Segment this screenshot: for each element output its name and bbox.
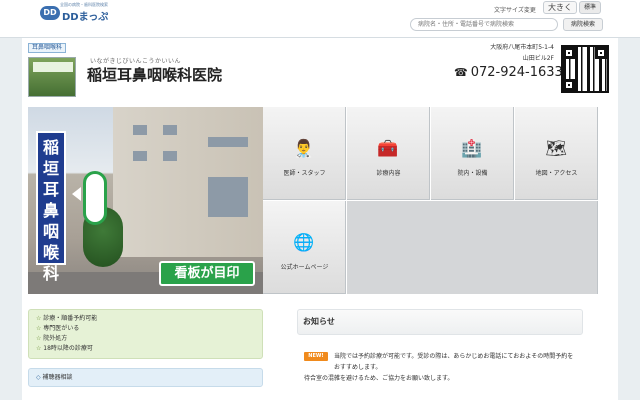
site-logo[interactable]: 全国の病院・歯科医院検索 DD DDまっぷ <box>40 2 120 24</box>
clinic-name: 稲垣耳鼻咽喉科医院 <box>87 66 223 84</box>
tile-official-website[interactable]: 🌐 公式ホームページ <box>263 201 346 294</box>
feature-item: 専門医がいる <box>36 324 255 334</box>
doctor-icon: 👨‍⚕️ <box>293 139 315 159</box>
hearing-aid-support: 補聴器相談 <box>28 368 263 387</box>
vertical-sign-text: 稲垣耳鼻咽喉科 <box>42 138 59 283</box>
tile-label: 公式ホームページ <box>280 264 329 271</box>
logo-mark-icon: DD <box>40 6 60 20</box>
green-signboard <box>83 171 107 225</box>
tile-treatment[interactable]: 🧰 診療内容 <box>347 107 430 200</box>
clinic-address: 大阪府八尾市本町5-1-4 山田ビル2F <box>470 42 554 64</box>
notice-body-2: 待合室の混雑を避けるため、ご協力をお願い致します。 <box>304 375 454 382</box>
arrow-left-icon <box>72 187 81 201</box>
notice-title: お知らせ <box>297 309 583 335</box>
notice-body: 当院では予約診療が可能です。受診の際は、あらかじめお電話にておおよその時間予約を… <box>334 353 574 371</box>
tile-label: 地図・アクセス <box>535 170 578 177</box>
font-size-large-button[interactable]: 大きく <box>543 1 577 14</box>
medical-kit-icon: 🧰 <box>377 139 399 159</box>
globe-icon: 🌐 <box>293 233 315 253</box>
clinic-phone[interactable]: ☎ 072-924-1633 <box>454 65 563 80</box>
site-name: DDまっぷ <box>62 12 109 23</box>
feature-list: 診療・順番予約可能 専門医がいる 院外処方 18時以降の診療可 <box>28 309 263 359</box>
address-line-2: 山田ビル2F <box>522 55 554 62</box>
clinic-photo: 稲垣耳鼻咽喉科 看板が目印 <box>28 107 263 294</box>
tile-label: 院内・設備 <box>457 170 488 177</box>
tile-empty-area <box>347 201 598 294</box>
tile-map-access[interactable]: 🗺 地図・アクセス <box>515 107 598 200</box>
category-badge: 耳鼻咽喉科 <box>28 43 67 53</box>
top-bar: 全国の病院・歯科医院検索 DD DDまっぷ 文字サイズ変更 大きく 標準 病院検… <box>0 0 640 38</box>
tile-label: 診療内容 <box>376 170 401 177</box>
hospital-icon: 🏥 <box>461 139 483 159</box>
feature-item: 18時以降の診療可 <box>36 344 255 354</box>
font-size-standard-button[interactable]: 標準 <box>579 1 601 14</box>
phone-icon: ☎ <box>454 66 468 79</box>
feature-item: 院外処方 <box>36 334 255 344</box>
vertical-signboard: 稲垣耳鼻咽喉科 <box>36 131 66 283</box>
map-icon: 🗺 <box>545 139 567 159</box>
address-line-1: 大阪府八尾市本町5-1-4 <box>490 44 554 51</box>
qr-code-icon <box>561 45 609 93</box>
font-size-label: 文字サイズ変更 <box>494 7 536 14</box>
tile-label: 医師・スタッフ <box>283 170 326 177</box>
clinic-thumbnail <box>28 57 76 97</box>
tile-facilities[interactable]: 🏥 院内・設備 <box>431 107 514 200</box>
photo-caption: 看板が目印 <box>159 261 255 286</box>
tile-doctor-staff[interactable]: 👨‍⚕️ 医師・スタッフ <box>263 107 346 200</box>
search-input[interactable] <box>410 18 558 31</box>
new-badge: NEW! <box>304 352 328 361</box>
feature-item: 診療・順番予約可能 <box>36 314 255 324</box>
phone-number: 072-924-1633 <box>470 65 563 80</box>
search-button[interactable]: 病院検索 <box>563 18 603 31</box>
